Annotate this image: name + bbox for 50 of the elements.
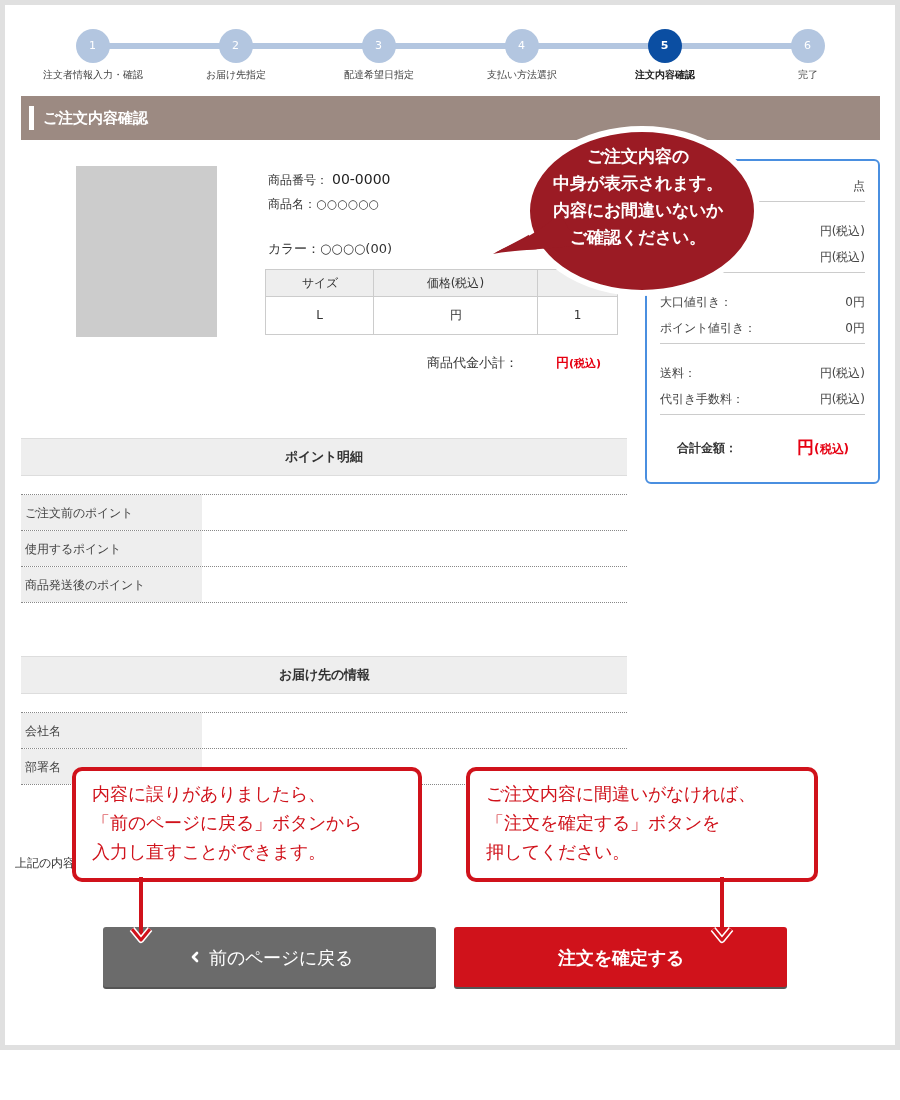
product-name: 商品名：○○○○○○ (267, 196, 379, 213)
summary-value: 0円 (845, 320, 865, 337)
step-label: 注文内容確認 (634, 68, 695, 82)
back-button[interactable]: 前のページに戻る (103, 927, 436, 987)
callout-text: 「前のページに戻る」ボタンから (92, 811, 362, 835)
summary-value: 0円 (845, 294, 865, 311)
table-cell: 1 (537, 296, 618, 334)
row-label: 会社名 (21, 713, 202, 748)
table-cell: 円 (373, 296, 538, 334)
bubble-text: 中身が表示されます。 (553, 172, 723, 195)
total-label: 合計金額： (677, 439, 737, 457)
section-header: ポイント明細 (21, 438, 627, 476)
product-number: 00-0000 (332, 170, 391, 189)
bubble-text: ご確認ください。 (570, 226, 706, 249)
column-header: サイズ (265, 269, 374, 296)
summary-value: 点 (853, 178, 865, 195)
row-label: 使用するポイント (21, 531, 202, 566)
summary-label: ポイント値引き： (660, 320, 756, 337)
bubble-text: ご注文内容の (587, 145, 689, 168)
step-label: 配達希望日指定 (343, 68, 414, 82)
total-value: 円(税込) (797, 436, 849, 459)
summary-label: 大口値引き： (660, 294, 732, 311)
callout-text: 押してください。 (486, 840, 630, 864)
product-number-label: 商品番号： (268, 172, 328, 189)
callout-text: 入力し直すことができます。 (92, 840, 326, 864)
subtotal-value: 円(税込) (556, 353, 602, 372)
summary-value: 円(税込) (819, 365, 865, 382)
step-label: お届け先指定 (205, 68, 266, 82)
callout-text: ご注文内容に間違いがなければ、 (486, 782, 756, 806)
summary-label: 送料： (660, 365, 696, 382)
row-label: 商品発送後のポイント (21, 567, 202, 602)
table-cell: L (265, 296, 374, 334)
section-title: ご注文内容確認 (43, 107, 148, 129)
summary-value: 円(税込) (819, 249, 865, 266)
callout-text: 内容に誤りがありましたら、 (92, 782, 326, 806)
column-header: 価格(税込) (373, 269, 538, 296)
section-header: お届け先の情報 (21, 656, 627, 694)
callout-text: 「注文を確定する」ボタンを (486, 811, 720, 835)
summary-label: 代引き手数料： (660, 391, 744, 408)
step-label: 支払い方法選択 (486, 68, 557, 82)
step-label: 完了 (797, 68, 818, 82)
row-label: ご注文前のポイント (21, 495, 202, 530)
product-color: カラー：○○○○(00) (267, 240, 393, 258)
confirm-order-button[interactable]: 注文を確定する (454, 927, 787, 987)
step-label: 注文者情報入力・確認 (42, 68, 143, 82)
summary-value: 円(税込) (819, 391, 865, 408)
title-accent-bar (29, 106, 34, 130)
bubble-text: 内容にお間違いないか (553, 199, 723, 222)
subtotal-label: 商品代金小計： (427, 353, 518, 372)
summary-value: 円(税込) (819, 223, 865, 240)
